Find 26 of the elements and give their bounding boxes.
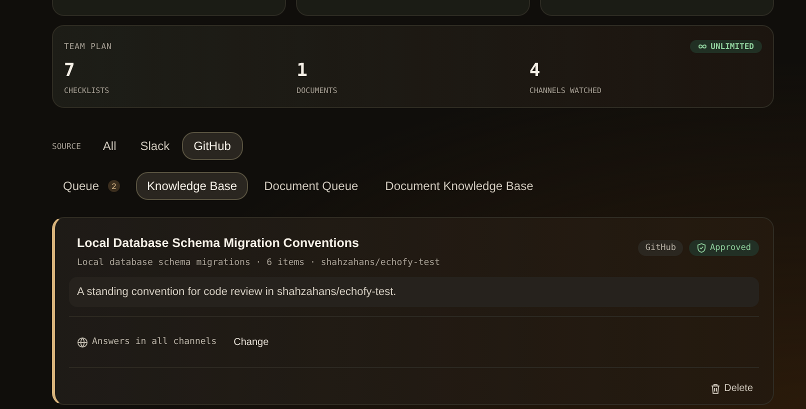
plan-title: TEAM PLAN	[64, 42, 112, 50]
source-filter-button[interactable]: GitHub	[182, 132, 243, 160]
globe-icon	[77, 336, 88, 348]
stat-value: 4	[529, 60, 542, 81]
shield-check-icon	[697, 243, 706, 253]
stat-value: 7	[64, 60, 76, 81]
scope-text: Answers in all channels	[77, 336, 217, 348]
source-filter-button[interactable]: All	[90, 132, 128, 160]
entry-title: Local Database Schema Migration Conventions	[77, 236, 360, 250]
source-filter-button[interactable]: Slack	[128, 132, 182, 160]
tab[interactable]: Document Knowledge Base	[374, 172, 544, 200]
trash-icon	[711, 384, 720, 394]
stat-value: 1	[296, 60, 308, 81]
count-badge: 2	[108, 180, 120, 192]
status-badge: Approved	[689, 240, 759, 256]
entry-meta: Local database schema migrations · 6 items · shahzahans/echofy-test	[77, 258, 440, 268]
tab[interactable]: Knowledge Base	[136, 172, 248, 200]
unlimited-badge: UNLIMITED	[690, 40, 762, 52]
delete-button[interactable]: Delete	[705, 381, 759, 396]
tab[interactable]: Queue 2	[52, 172, 132, 200]
source-label: SOURCE	[52, 142, 81, 150]
tab[interactable]: Document Queue	[253, 172, 370, 200]
source-tag: GitHub	[638, 240, 684, 256]
infinity-icon	[698, 44, 707, 48]
entry-description: A standing convention for code review in shahzahans/echofy-test.	[69, 277, 759, 307]
change-link[interactable]: Change	[230, 334, 273, 350]
